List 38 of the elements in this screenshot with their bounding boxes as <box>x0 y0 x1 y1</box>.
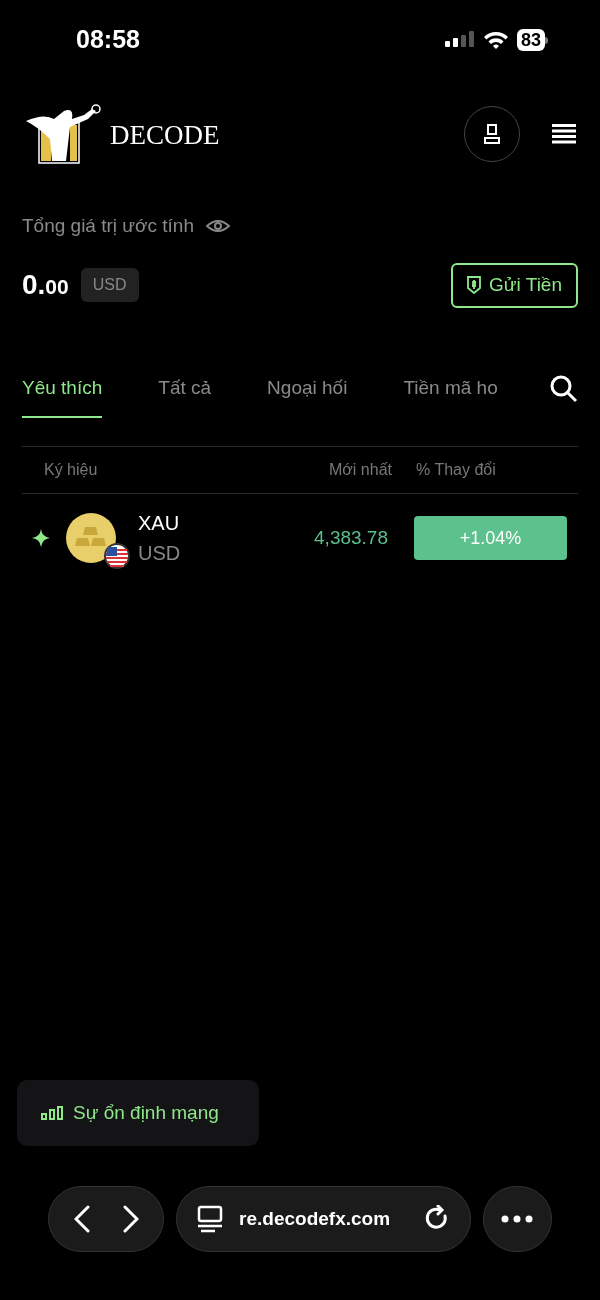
eye-icon[interactable] <box>206 219 230 234</box>
column-header: % Thay đổi <box>416 460 497 480</box>
quote-currency: USD <box>138 541 182 566</box>
column-header: Ký hiệu <box>44 460 99 480</box>
status-time: 08:58 <box>76 24 140 56</box>
balance-amount: 0.00 <box>22 268 69 302</box>
deposit-button[interactable]: Gửi Tiền <box>451 262 578 308</box>
bullion-icon <box>66 513 116 563</box>
network-label: Sự ổn định mạng <box>73 1100 219 1125</box>
forward-icon[interactable] <box>122 1205 139 1233</box>
market-tab[interactable]: Tiền mã ho <box>403 373 498 418</box>
column-header: Mới nhất <box>329 460 392 480</box>
currency-tag: USD <box>80 268 139 302</box>
balance-label: Tổng giá trị ước tính <box>22 214 194 238</box>
signal-icon <box>444 31 475 49</box>
signal-bars-icon <box>41 1106 63 1120</box>
page-menu-icon[interactable] <box>197 1205 224 1233</box>
market-tab[interactable]: Tất cả <box>158 373 212 418</box>
market-tab[interactable]: Ngoại hối <box>267 373 348 418</box>
shield-dollar-icon <box>467 276 482 294</box>
market-tab[interactable]: Yêu thích <box>22 373 103 418</box>
logo-icon <box>24 103 104 165</box>
battery-icon: 83 <box>516 29 548 51</box>
menu-icon[interactable] <box>552 124 576 144</box>
back-icon[interactable] <box>73 1205 90 1233</box>
network-badge[interactable]: Sự ổn định mạng <box>17 1080 259 1146</box>
brand-name: DECODE <box>110 118 220 152</box>
change-badge: +1.04% <box>414 516 567 560</box>
star-icon[interactable] <box>32 529 50 547</box>
user-icon <box>483 124 501 144</box>
more-icon <box>501 1215 534 1223</box>
address-bar[interactable]: re.decodefx.com <box>176 1186 471 1252</box>
wifi-icon <box>482 30 509 50</box>
search-icon[interactable] <box>550 374 578 403</box>
us-flag-icon <box>104 543 130 569</box>
symbol-name: XAU <box>138 511 181 536</box>
latest-price: 4,383.78 <box>314 525 388 550</box>
url-text: re.decodefx.com <box>239 1206 392 1231</box>
